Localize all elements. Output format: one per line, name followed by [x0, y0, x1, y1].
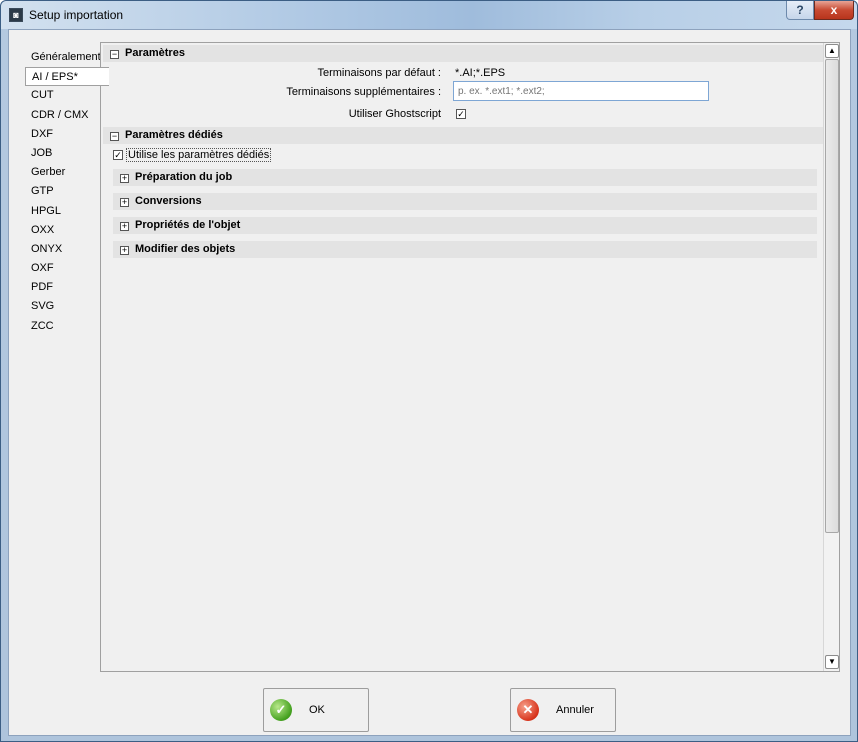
collapse-icon[interactable]: −	[110, 132, 119, 141]
extra-extensions-label: Terminaisons supplémentaires :	[286, 86, 441, 98]
checkmark-icon: ✓	[270, 699, 292, 721]
section-parametres-title: Paramètres	[125, 47, 185, 59]
settings-panel: − Paramètres Terminaisons par défaut : *.…	[100, 42, 840, 672]
subsection-label: Modifier des objets	[135, 243, 236, 255]
subsection-label: Propriétés de l'objet	[135, 219, 241, 231]
expand-icon[interactable]: +	[120, 222, 129, 231]
extra-extensions-input[interactable]	[453, 81, 709, 101]
nav-item-oxf[interactable]: OXF	[25, 259, 101, 278]
format-nav-list: Généralement AI / EPS* CUT CDR / CMX DXF…	[25, 48, 109, 336]
collapse-icon[interactable]: −	[110, 50, 119, 59]
nav-item-pdf[interactable]: PDF	[25, 278, 101, 297]
ok-button-label: OK	[309, 704, 325, 716]
subsection-label: Conversions	[135, 195, 202, 207]
use-dedicated-label[interactable]: Utilise les paramètres dédiés	[126, 148, 272, 162]
nav-item-svg[interactable]: SVG	[25, 297, 101, 316]
window-title: Setup importation	[29, 8, 124, 22]
cancel-button-label: Annuler	[556, 704, 594, 716]
nav-item-onyx[interactable]: ONYX	[25, 240, 101, 259]
default-extensions-label: Terminaisons par défaut :	[317, 67, 441, 79]
section-parametres-header[interactable]: − Paramètres	[103, 45, 823, 62]
use-dedicated-row[interactable]: ✓ Utilise les paramètres dédiés	[113, 148, 272, 162]
nav-item-dxf[interactable]: DXF	[25, 125, 101, 144]
close-button[interactable]: x	[814, 1, 854, 20]
expand-icon[interactable]: +	[120, 174, 129, 183]
expand-icon[interactable]: +	[120, 198, 129, 207]
ghostscript-checkbox[interactable]: ✓	[456, 109, 466, 119]
nav-item-zcc[interactable]: ZCC	[25, 317, 101, 336]
scroll-thumb[interactable]	[825, 59, 839, 533]
title-bar[interactable]: ◙ Setup importation ? x	[1, 1, 857, 29]
use-dedicated-checkbox[interactable]: ✓	[113, 150, 123, 160]
section-dedies-title: Paramètres dédiés	[125, 129, 223, 141]
nav-item-gtp[interactable]: GTP	[25, 182, 101, 201]
subsection-label: Préparation du job	[135, 171, 233, 183]
help-button[interactable]: ?	[786, 1, 814, 20]
subsection-preparation-job[interactable]: + Préparation du job	[113, 169, 817, 186]
dialog-client-area: Généralement AI / EPS* CUT CDR / CMX DXF…	[8, 29, 851, 736]
ghostscript-checkbox-wrap: ✓	[456, 108, 466, 120]
expand-icon[interactable]: +	[120, 246, 129, 255]
nav-item-job[interactable]: JOB	[25, 144, 101, 163]
app-icon: ◙	[9, 8, 23, 22]
nav-item-cdr-cmx[interactable]: CDR / CMX	[25, 106, 101, 125]
scroll-up-arrow-icon[interactable]: ▲	[825, 44, 839, 58]
ok-button[interactable]: ✓ OK	[263, 688, 369, 732]
nav-item-hpgl[interactable]: HPGL	[25, 202, 101, 221]
nav-item-gerber[interactable]: Gerber	[25, 163, 101, 182]
cancel-x-icon: ✕	[517, 699, 539, 721]
nav-item-oxx[interactable]: OXX	[25, 221, 101, 240]
vertical-scrollbar[interactable]: ▲ ▼	[823, 43, 839, 671]
scroll-down-arrow-icon[interactable]: ▼	[825, 655, 839, 669]
ghostscript-label: Utiliser Ghostscript	[348, 108, 441, 120]
cancel-button[interactable]: ✕ Annuler	[510, 688, 616, 732]
subsection-modifier-objets[interactable]: + Modifier des objets	[113, 241, 817, 258]
section-dedies-header[interactable]: − Paramètres dédiés	[103, 127, 823, 144]
subsection-proprietes-objet[interactable]: + Propriétés de l'objet	[113, 217, 817, 234]
subsection-conversions[interactable]: + Conversions	[113, 193, 817, 210]
setup-importation-window: ◙ Setup importation ? x Généralement AI …	[0, 0, 858, 742]
default-extensions-value: *.AI;*.EPS	[455, 67, 506, 79]
nav-item-generalement[interactable]: Généralement	[25, 48, 101, 67]
nav-item-ai-eps[interactable]: AI / EPS*	[25, 67, 109, 87]
nav-item-cut[interactable]: CUT	[25, 86, 101, 105]
